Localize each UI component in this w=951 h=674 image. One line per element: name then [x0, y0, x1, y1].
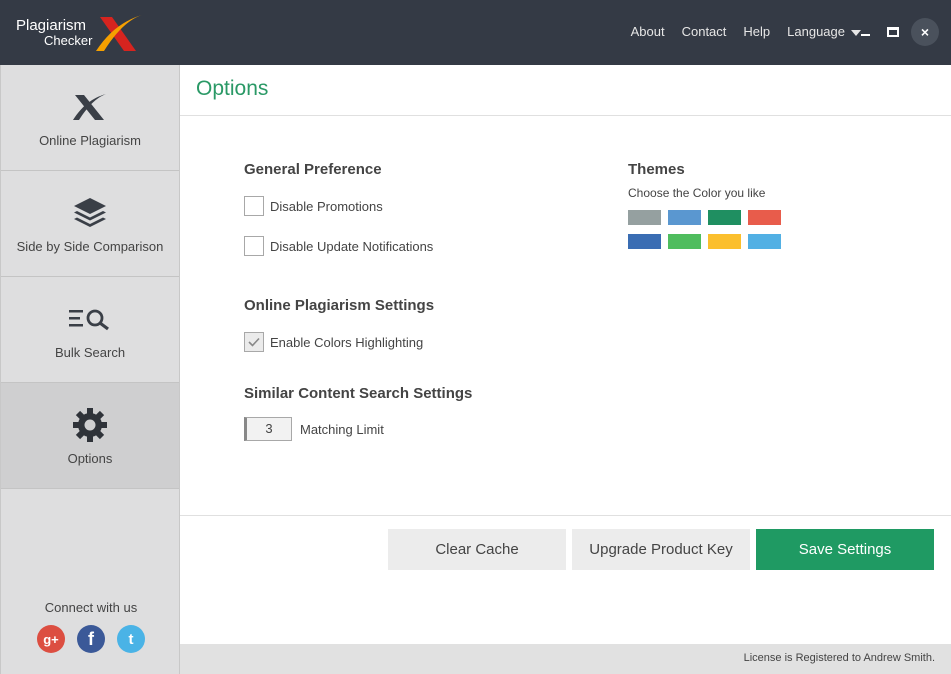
language-label: Language	[787, 24, 845, 39]
matching-limit-input[interactable]: 3	[244, 417, 292, 441]
minimize-button[interactable]	[855, 18, 875, 46]
matching-limit-label: Matching Limit	[300, 421, 384, 437]
maximize-icon	[887, 27, 899, 37]
connect-label: Connect with us	[44, 600, 138, 615]
sidebar-item-label: Bulk Search	[54, 345, 126, 360]
help-link[interactable]: Help	[743, 24, 770, 39]
theme-swatch[interactable]	[708, 234, 741, 249]
logo-x-icon	[96, 15, 142, 51]
disable-updates-option[interactable]: Disable Update Notifications	[244, 236, 433, 256]
facebook-icon[interactable]: f	[77, 625, 105, 653]
x-logo-icon	[73, 94, 106, 120]
matching-limit-row: 3 Matching Limit	[244, 417, 384, 441]
options-panel: Options General Preference Disable Promo…	[180, 65, 951, 644]
theme-swatch[interactable]	[628, 210, 661, 225]
theme-swatch[interactable]	[668, 234, 701, 249]
checkmark-icon	[248, 337, 260, 347]
disable-promotions-checkbox[interactable]	[244, 196, 264, 216]
sidebar-item-label: Online Plagiarism	[39, 133, 141, 148]
disable-promotions-label: Disable Promotions	[270, 198, 383, 214]
about-link[interactable]: About	[631, 24, 665, 39]
general-preference-heading: General Preference	[244, 161, 382, 178]
theme-swatch[interactable]	[748, 210, 781, 225]
top-nav: About Contact Help Language	[631, 24, 861, 39]
twitter-icon[interactable]: t	[117, 625, 145, 653]
buttons-divider	[180, 515, 951, 516]
sidebar-item-side-by-side[interactable]: Side by Side Comparison	[1, 171, 179, 277]
google-plus-icon[interactable]: g+	[37, 625, 65, 653]
similar-content-settings-heading: Similar Content Search Settings	[244, 385, 473, 402]
upgrade-product-key-button[interactable]: Upgrade Product Key	[572, 529, 750, 570]
page-title: Options	[196, 77, 269, 100]
theme-swatches	[628, 210, 781, 249]
theme-swatch[interactable]	[628, 234, 661, 249]
themes-heading: Themes	[628, 161, 685, 178]
list-search-icon	[69, 309, 109, 331]
window-controls: ×	[855, 18, 939, 46]
clear-cache-button[interactable]: Clear Cache	[388, 529, 566, 570]
sidebar-item-bulk-search[interactable]: Bulk Search	[1, 277, 179, 383]
logo-text-line2: Checker	[44, 33, 93, 48]
disable-promotions-option[interactable]: Disable Promotions	[244, 196, 383, 216]
sidebar-item-online-plagiarism[interactable]: Online Plagiarism	[1, 65, 179, 171]
connect-section: Connect with us g+ f t	[1, 600, 181, 653]
enable-colors-label: Enable Colors Highlighting	[270, 334, 424, 350]
status-bar: License is Registered to Andrew Smith.	[180, 644, 951, 674]
license-text: License is Registered to Andrew Smith.	[743, 652, 935, 664]
theme-swatch[interactable]	[708, 210, 741, 225]
online-plagiarism-settings-heading: Online Plagiarism Settings	[244, 297, 435, 314]
minimize-icon	[860, 34, 870, 36]
language-dropdown[interactable]: Language	[787, 24, 861, 39]
layers-icon	[74, 198, 106, 227]
theme-swatch[interactable]	[668, 210, 701, 225]
contact-link[interactable]: Contact	[682, 24, 727, 39]
enable-colors-option[interactable]: Enable Colors Highlighting	[244, 332, 423, 352]
logo-text-line1: Plagiarism	[16, 17, 87, 34]
themes-subtitle: Choose the Color you like	[628, 186, 766, 200]
theme-swatch[interactable]	[748, 234, 781, 249]
app-logo: Plagiarism Checker	[16, 13, 146, 55]
gear-icon	[73, 408, 107, 442]
disable-updates-checkbox[interactable]	[244, 236, 264, 256]
close-button[interactable]: ×	[911, 18, 939, 46]
save-settings-button[interactable]: Save Settings	[756, 529, 934, 570]
header-divider	[180, 115, 951, 116]
disable-updates-label: Disable Update Notifications	[270, 238, 434, 254]
enable-colors-checkbox[interactable]	[244, 332, 264, 352]
title-bar: Plagiarism Checker About Contact Help La…	[0, 0, 951, 65]
sidebar-item-options[interactable]: Options	[1, 383, 179, 489]
sidebar: Online Plagiarism Side by Side Compariso…	[0, 65, 180, 674]
maximize-button[interactable]	[883, 18, 903, 46]
sidebar-item-label: Side by Side Comparison	[16, 239, 164, 254]
sidebar-item-label: Options	[67, 451, 113, 466]
